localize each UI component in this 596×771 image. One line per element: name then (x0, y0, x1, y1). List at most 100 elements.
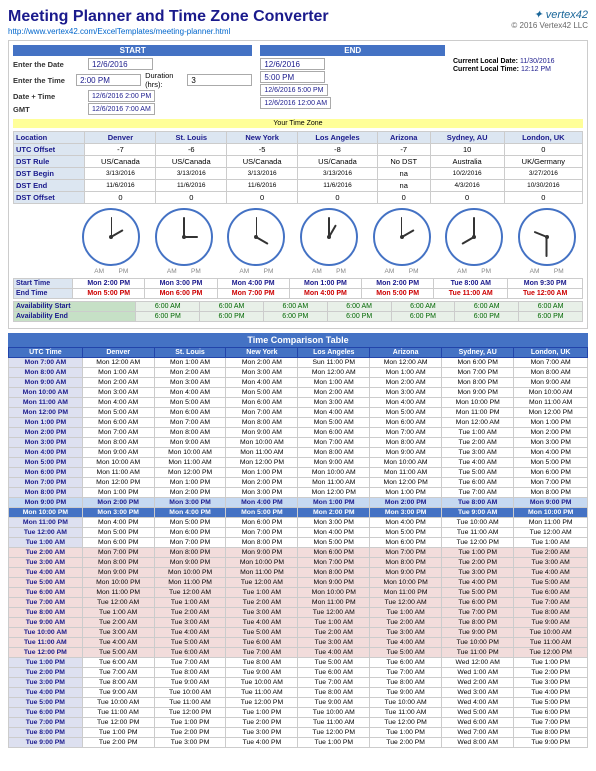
start-time[interactable]: 2:00 PM (76, 74, 141, 86)
table-row: Mon 7:00 PM (442, 368, 514, 378)
table-row: Tue 3:00 AM (442, 448, 514, 458)
start-time-label: Start Time (14, 279, 73, 289)
table-row: Mon 4:00 AM (154, 388, 226, 398)
table-row: Mon 2:00 PM (298, 508, 370, 518)
table-row: Tue 12:00 PM (226, 698, 298, 708)
dst-end-stlouis: 11/6/2016 (156, 180, 227, 192)
table-row: Mon 11:00 AM (298, 478, 370, 488)
table-row: Tue 10:00 AM (298, 708, 370, 718)
start-date[interactable]: 12/6/2016 (88, 58, 153, 70)
table-row: Mon 5:00 AM (154, 398, 226, 408)
loc-arizona[interactable]: Arizona (377, 132, 430, 144)
dst-offset-sydney: 0 (430, 192, 504, 204)
loc-la[interactable]: Los Angeles (298, 132, 378, 144)
avail-start-arizona: 6:00 AM (391, 302, 455, 312)
table-row: Tue 3:00 AM (9, 558, 83, 568)
table-row: Mon 2:00 PM (226, 478, 298, 488)
table-row: Mon 10:00 PM (82, 578, 154, 588)
table-row: Mon 10:00 PM (9, 508, 83, 518)
table-row: Tue 2:00 PM (442, 558, 514, 568)
table-row: Mon 7:00 PM (226, 528, 298, 538)
table-row: Mon 8:00 AM (82, 438, 154, 448)
table-row: Mon 1:00 AM (82, 368, 154, 378)
table-row: Mon 5:00 AM (82, 408, 154, 418)
table-row: Mon 11:00 PM (442, 408, 514, 418)
dst-begin-denver: 3/13/2016 (85, 168, 156, 180)
table-row: Mon 12:00 PM (154, 468, 226, 478)
loc-sydney[interactable]: Sydney, AU (430, 132, 504, 144)
table-row: Tue 11:00 AM (370, 708, 442, 718)
table-row: Mon 8:00 PM (154, 548, 226, 558)
table-row: Mon 7:00 PM (514, 478, 588, 488)
table-row: Wed 7:00 AM (442, 728, 514, 738)
table-row: Tue 1:00 PM (82, 728, 154, 738)
loc-denver[interactable]: Denver (85, 132, 156, 144)
table-row: Wed 4:00 AM (442, 698, 514, 708)
table-row: Tue 4:00 AM (226, 618, 298, 628)
table-row: Mon 7:00 AM (9, 358, 83, 368)
table-row: Tue 3:00 AM (154, 618, 226, 628)
table-row: Tue 11:00 AM (514, 638, 588, 648)
table-row: Tue 10:00 AM (514, 628, 588, 638)
utc-la: -8 (298, 144, 378, 156)
dst-rule-denver: US/Canada (85, 156, 156, 168)
table-row: Tue 3:00 AM (514, 558, 588, 568)
dst-offset-denver: 0 (85, 192, 156, 204)
table-row: Mon 7:00 AM (226, 408, 298, 418)
table-row: Tue 2:00 PM (154, 728, 226, 738)
table-row: Mon 4:00 AM (226, 378, 298, 388)
date-time-label: Date + Time (13, 92, 88, 101)
table-row: Mon 9:00 AM (226, 428, 298, 438)
table-row: Tue 2:00 AM (154, 608, 226, 618)
table-row: Tue 12:00 PM (9, 648, 83, 658)
table-row: Mon 5:00 PM (82, 528, 154, 538)
table-row: Tue 12:00 AM (9, 528, 83, 538)
table-row: Tue 3:00 AM (226, 608, 298, 618)
loc-newyork[interactable]: New York (227, 132, 298, 144)
table-row: Mon 11:00 AM (370, 468, 442, 478)
dst-end-la: 11/6/2016 (298, 180, 378, 192)
table-row: Tue 10:00 PM (442, 638, 514, 648)
duration-value[interactable]: 3 (187, 74, 252, 86)
table-row: Tue 11:00 AM (442, 528, 514, 538)
table-row: Tue 2:00 AM (514, 548, 588, 558)
end-date[interactable]: 12/6/2016 (260, 58, 325, 70)
table-row: Mon 1:00 PM (154, 478, 226, 488)
end-time[interactable]: 5:00 PM (260, 71, 325, 83)
loc-stlouis[interactable]: St. Louis (156, 132, 227, 144)
table-row: Tue 6:00 AM (442, 478, 514, 488)
table-row: Mon 11:00 PM (9, 518, 83, 528)
table-row: Tue 8:00 AM (370, 678, 442, 688)
table-row: Mon 4:00 PM (298, 528, 370, 538)
avail-end-label: Availability End (14, 312, 136, 322)
header-link[interactable]: http://www.vertex42.com/ExcelTemplates/m… (8, 27, 230, 36)
table-row: Tue 4:00 PM (442, 578, 514, 588)
table-row: Mon 10:00 PM (154, 568, 226, 578)
table-row: Tue 10:00 AM (370, 698, 442, 708)
table-row: Sun 11:00 PM (298, 358, 370, 368)
table-row: Mon 3:00 AM (370, 388, 442, 398)
gmt-label: GMT (13, 105, 88, 114)
start-denver: Mon 2:00 PM (73, 279, 145, 289)
comp-header-newyork: New York (226, 348, 298, 358)
table-row: Mon 7:00 AM (370, 428, 442, 438)
table-row: Mon 6:00 PM (226, 518, 298, 528)
loc-london[interactable]: London, UK (504, 132, 582, 144)
table-row: Tue 12:00 PM (298, 728, 370, 738)
table-row: Mon 4:00 PM (154, 508, 226, 518)
table-row: Mon 9:00 PM (9, 498, 83, 508)
utc-denver: -7 (85, 144, 156, 156)
table-row: Mon 11:00 PM (154, 578, 226, 588)
table-row: Mon 12:00 PM (226, 458, 298, 468)
table-row: Mon 5:00 PM (370, 528, 442, 538)
dst-end-label: DST End (14, 180, 85, 192)
table-row: Mon 12:00 PM (9, 408, 83, 418)
table-row: Tue 2:00 AM (442, 438, 514, 448)
table-row: Mon 3:00 PM (298, 518, 370, 528)
clock-stlouis (148, 208, 220, 266)
table-row: Tue 7:00 PM (9, 718, 83, 728)
avail-start-london: 6:00 AM (519, 302, 583, 312)
table-row: Mon 6:00 PM (82, 538, 154, 548)
table-row: Tue 10:00 AM (442, 518, 514, 528)
table-row: Tue 9:00 PM (442, 628, 514, 638)
